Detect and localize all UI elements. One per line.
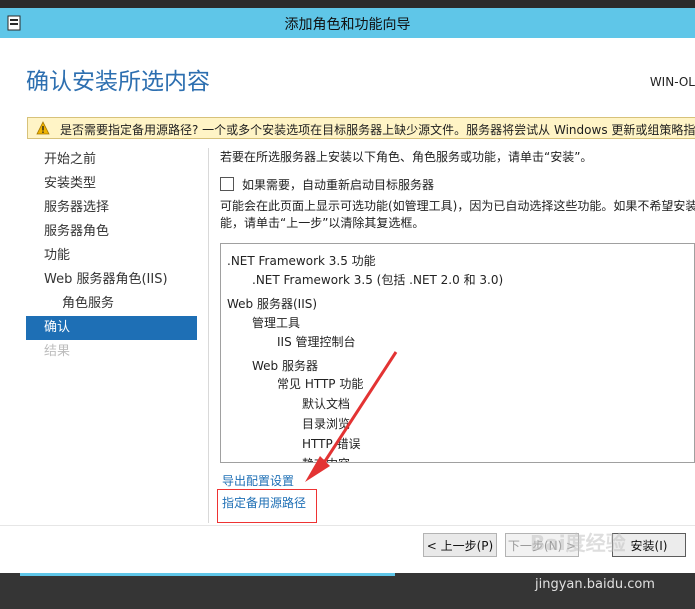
footer-divider: [0, 525, 695, 526]
nav-step-server-selection[interactable]: 服务器选择: [26, 196, 197, 220]
feature-item: 默认文档: [302, 397, 351, 411]
baidu-logo-watermark: Bai度经验: [530, 531, 626, 555]
feature-item: Web 服务器: [252, 359, 318, 373]
feature-item: 目录浏览: [302, 417, 351, 431]
note-line-1: 可能会在此页面上显示可选功能(如管理工具)，因为已自动选择这些功能。如果不希望安…: [220, 199, 695, 213]
export-config-link[interactable]: 导出配置设置: [222, 472, 294, 489]
annotation-highlight-box: [217, 489, 317, 523]
feature-item: 静态内容: [302, 455, 350, 462]
nav-step-results: 结果: [44, 344, 71, 359]
nav-step-before-you-begin[interactable]: 开始之前: [26, 148, 197, 172]
nav-step-role-services[interactable]: 角色服务: [26, 292, 197, 316]
warning-icon: [36, 121, 50, 135]
feature-item: Web 服务器(IIS): [227, 297, 318, 311]
wizard-window: 添加角色和功能向导 确认安装所选内容 WIN-OL 是否需要指定备用源路径? 一…: [0, 8, 695, 573]
nav-divider: [208, 148, 209, 523]
destination-server-name: WIN-OL: [649, 75, 695, 89]
title-bar[interactable]: 添加角色和功能向导: [0, 8, 695, 38]
wizard-steps-nav: 开始之前 安装类型 服务器选择 服务器角色 功能 Web 服务器角色(IIS) …: [26, 148, 197, 364]
feature-item: .NET Framework 3.5 (包括 .NET 2.0 和 3.0): [252, 273, 504, 287]
nav-step-server-roles[interactable]: 服务器角色: [26, 220, 197, 244]
feature-item: 管理工具: [252, 316, 301, 330]
warning-text: 是否需要指定备用源路径? 一个或多个安装选项在目标服务器上缺少源文件。服务器将尝…: [60, 123, 695, 137]
window-title: 添加角色和功能向导: [284, 17, 411, 33]
site-watermark: jingyan.baidu.com: [535, 577, 655, 592]
warning-banner[interactable]: 是否需要指定备用源路径? 一个或多个安装选项在目标服务器上缺少源文件。服务器将尝…: [27, 117, 695, 139]
restart-checkbox[interactable]: [220, 177, 234, 191]
note-line-2: 能，请单击“上一步”以清除其复选框。: [220, 216, 425, 230]
intro-text: 若要在所选服务器上安装以下角色、角色服务或功能，请单击“安装”。: [220, 150, 593, 164]
selected-features-list[interactable]: .NET Framework 3.5 功能 .NET Framework 3.5…: [220, 243, 695, 463]
previous-button[interactable]: < 上一步(P): [423, 533, 497, 557]
page-title: 确认安装所选内容: [26, 69, 210, 95]
nav-step-web-server-role[interactable]: Web 服务器角色(IIS): [26, 268, 197, 292]
feature-item: IIS 管理控制台: [277, 335, 356, 349]
nav-step-installation-type[interactable]: 安装类型: [26, 172, 197, 196]
nav-step-features[interactable]: 功能: [26, 244, 197, 268]
nav-step-confirmation[interactable]: 确认: [26, 316, 197, 340]
feature-item: .NET Framework 3.5 功能: [227, 254, 376, 268]
feature-item: HTTP 错误: [302, 437, 361, 451]
feature-item: 常见 HTTP 功能: [277, 377, 364, 391]
restart-checkbox-label[interactable]: 如果需要，自动重新启动目标服务器: [242, 176, 434, 193]
optional-features-note: 可能会在此页面上显示可选功能(如管理工具)，因为已自动选择这些功能。如果不希望安…: [220, 198, 695, 232]
taskbar-active-indicator: [20, 573, 395, 576]
